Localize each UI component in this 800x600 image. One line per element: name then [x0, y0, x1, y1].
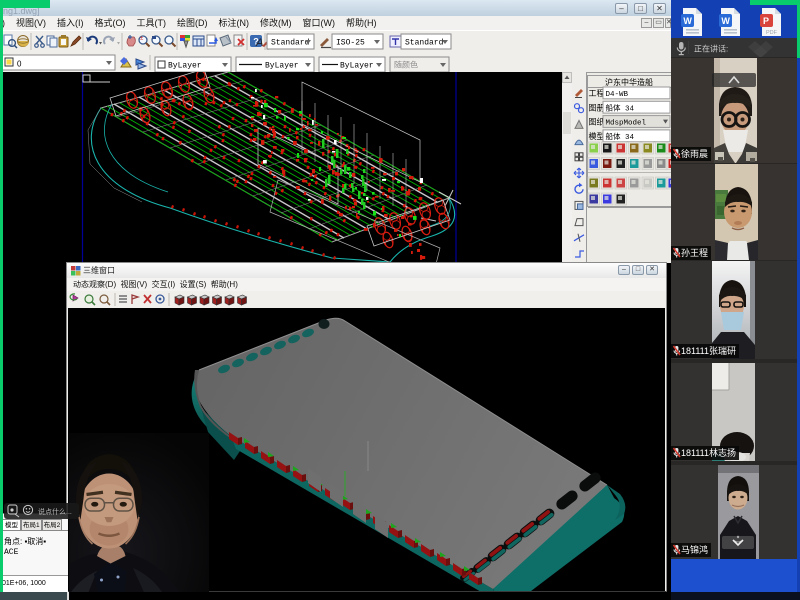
svg-text:图纸: 图纸 — [589, 117, 605, 127]
svg-text:正在讲话:: 正在讲话: — [694, 44, 728, 54]
svg-text:沪东中华造船: 沪东中华造船 — [605, 77, 653, 87]
svg-text:MdspModel: MdspModel — [606, 120, 647, 128]
svg-text:PDF: PDF — [766, 30, 778, 36]
svg-text:P: P — [763, 16, 769, 26]
svg-text:W: W — [683, 16, 692, 26]
svg-text:工程: 工程 — [589, 89, 605, 98]
svg-text:ByLayer: ByLayer — [265, 62, 299, 71]
svg-text:Standard: Standard — [271, 39, 310, 48]
svg-text:说点什么...: 说点什么... — [38, 507, 72, 516]
svg-text:D4-WB: D4-WB — [606, 91, 629, 99]
svg-text:随颜色: 随颜色 — [394, 60, 418, 71]
svg-text:A: A — [255, 37, 263, 49]
svg-text:Standard: Standard — [405, 39, 444, 48]
svg-text:模型: 模型 — [589, 131, 605, 141]
svg-text:图册: 图册 — [589, 103, 605, 112]
svg-text:ISO-25: ISO-25 — [336, 39, 365, 48]
svg-text:ByLayer: ByLayer — [168, 62, 202, 71]
svg-text:W: W — [721, 16, 730, 26]
svg-text:ByLayer: ByLayer — [340, 62, 374, 71]
svg-text:0: 0 — [17, 60, 22, 69]
